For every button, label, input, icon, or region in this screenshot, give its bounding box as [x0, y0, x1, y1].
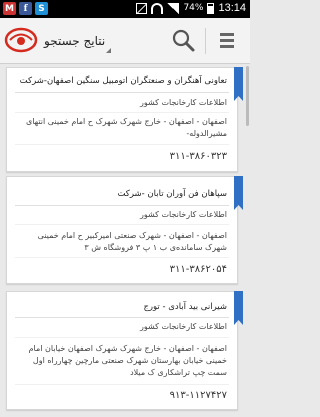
- facebook-icon: f: [19, 2, 32, 15]
- result-card[interactable]: شیرانی بید آبادی - تورج اطلاعات کارخانجا…: [6, 291, 243, 410]
- result-address: اصفهان - اصفهان - خارج شهرک شهرک اصفهان …: [28, 344, 227, 377]
- divider: [15, 257, 229, 258]
- result-address: اصفهان - اصفهان - خارج شهرک شهرک ح امام …: [25, 117, 227, 138]
- battery-icon: [207, 2, 215, 14]
- dropdown-indicator-icon: [106, 48, 111, 53]
- mail-icon: M: [3, 2, 16, 15]
- divider: [15, 205, 229, 206]
- menu-icon[interactable]: [216, 28, 242, 56]
- result-name: شیرانی بید آبادی - تورج: [143, 302, 227, 312]
- bookmark-icon[interactable]: [234, 67, 243, 101]
- clock: 13:14: [218, 2, 246, 14]
- result-phone[interactable]: ۹۱۳-۱۱۲۷۴۲۷: [170, 390, 227, 401]
- result-phone[interactable]: ۳۱۱-۳۸۶۰۳۲۳: [170, 151, 227, 162]
- divider: [15, 384, 229, 385]
- search-icon[interactable]: [168, 26, 198, 56]
- no-sim-icon: [136, 2, 148, 14]
- bookmark-icon[interactable]: [234, 176, 243, 210]
- divider: [15, 112, 229, 113]
- result-card[interactable]: سپاهان فن آوران تابان -شرکت اطلاعات کارخ…: [6, 176, 243, 284]
- divider: [15, 92, 229, 93]
- notification-icons: M f S: [3, 2, 48, 15]
- divider: [15, 144, 229, 145]
- battery-percent: 74%: [183, 3, 204, 13]
- action-bar: نتایج جستجو: [0, 18, 250, 64]
- title-spinner[interactable]: نتایج جستجو: [44, 18, 105, 64]
- divider: [15, 224, 229, 225]
- result-card[interactable]: تعاونی آهنگران و صنعتگران اتومبیل سنگین …: [6, 67, 243, 172]
- result-phone[interactable]: ۳۱۱-۳۸۶۲۰۵۴: [170, 264, 227, 275]
- app-logo-icon[interactable]: [4, 25, 38, 55]
- result-address: اصفهان - اصفهان - شهرک صنعتی امیرکبیر ح …: [37, 231, 227, 252]
- action-divider: [205, 28, 206, 54]
- result-category: اطلاعات کارخانجات کشور: [140, 322, 227, 331]
- wifi-icon: [151, 2, 164, 14]
- result-category: اطلاعات کارخانجات کشور: [140, 98, 227, 107]
- status-bar: M f S 74% 13:14: [0, 0, 250, 18]
- divider: [15, 337, 229, 338]
- result-name: سپاهان فن آوران تابان -شرکت: [117, 189, 227, 199]
- system-icons: 74% 13:14: [136, 2, 246, 14]
- divider: [15, 317, 229, 318]
- scrollbar[interactable]: [246, 66, 249, 126]
- result-name: تعاونی آهنگران و صنعتگران اتومبیل سنگین …: [19, 76, 227, 86]
- bookmark-icon[interactable]: [234, 291, 243, 325]
- results-list: تعاونی آهنگران و صنعتگران اتومبیل سنگین …: [0, 65, 250, 417]
- skype-icon: S: [35, 2, 48, 15]
- page-title: نتایج جستجو: [44, 34, 106, 48]
- result-category: اطلاعات کارخانجات کشور: [140, 210, 227, 219]
- signal-icon: [167, 2, 180, 14]
